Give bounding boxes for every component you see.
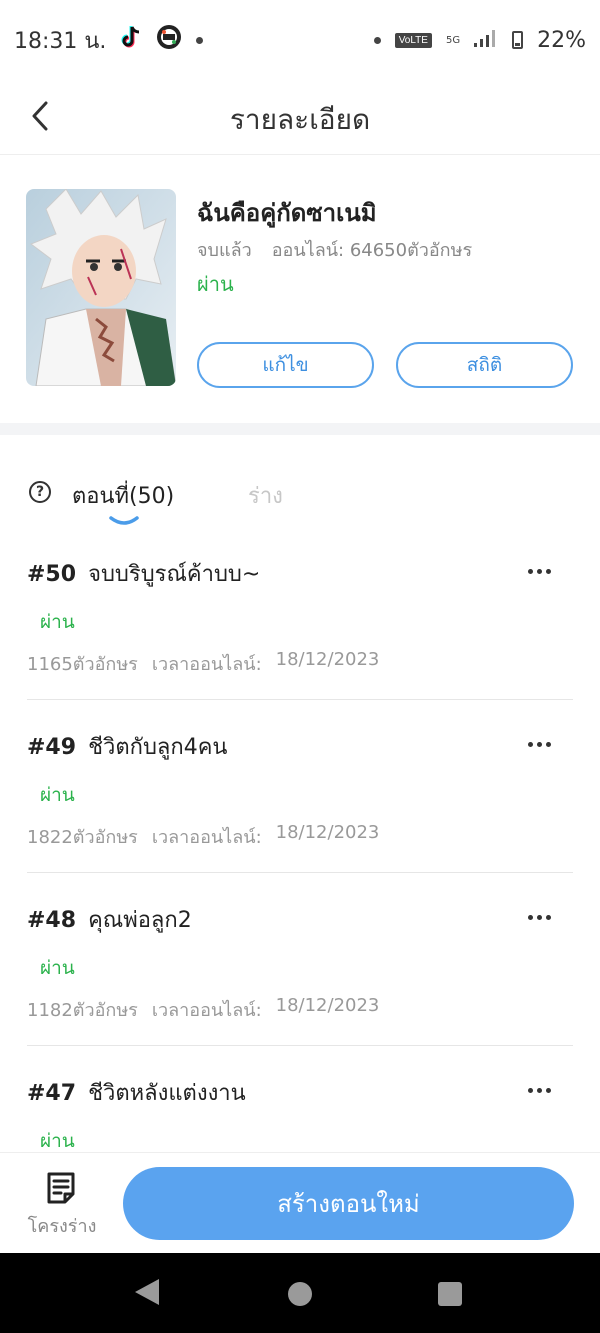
chapter-name: จบบริบูรณ์ค้าบบ~ bbox=[88, 562, 261, 587]
outline-button[interactable]: โครงร่าง bbox=[22, 1169, 102, 1245]
tiktok-icon bbox=[120, 25, 142, 55]
more-options-icon[interactable] bbox=[528, 736, 560, 752]
chapter-info: 1182ตัวอักษร เวลาออนไลน์: 18/12/2023 bbox=[27, 995, 379, 1024]
completion-status: จบแล้ว bbox=[197, 240, 252, 261]
chapter-row[interactable]: #49 ชีวิตกับลูก4คน ผ่าน 1822ตัวอักษร เวลา… bbox=[0, 700, 600, 873]
tab-drafts[interactable]: ร่าง bbox=[248, 478, 283, 513]
clock: 18:31 น. bbox=[14, 28, 107, 54]
chapter-online-label: เวลาออนไลน์: bbox=[151, 654, 262, 675]
chapter-title: #50 จบบริบูรณ์ค้าบบ~ bbox=[27, 556, 260, 591]
battery-percent: 22% bbox=[537, 27, 586, 53]
book-meta: จบแล้ว ออนไลน์: 64650ตัวอักษร bbox=[197, 235, 472, 264]
chapter-title: #48 คุณพ่อลูก2 bbox=[27, 902, 192, 937]
chapter-char-count: 1165ตัวอักษร bbox=[27, 654, 138, 675]
chapter-number: #47 bbox=[27, 1081, 77, 1106]
tab-active-indicator bbox=[109, 516, 139, 525]
stats-button[interactable]: สถิติ bbox=[396, 342, 573, 388]
chapter-title: #49 ชีวิตกับลูก4คน bbox=[27, 729, 227, 764]
volte-badge: VoLTE bbox=[394, 32, 432, 48]
book-cover-image[interactable] bbox=[26, 189, 176, 386]
status-bar: 18:31 น. VoLTE 5G 22% bbox=[0, 0, 600, 80]
book-title: ฉันคือคู่กัดซาเนมิ bbox=[197, 199, 377, 227]
chapter-online-label: เวลาออนไลน์: bbox=[151, 827, 262, 848]
online-char-count: ออนไลน์: 64650ตัวอักษร bbox=[271, 240, 473, 261]
chapter-date: 18/12/2023 bbox=[275, 995, 380, 1016]
document-icon bbox=[47, 1172, 75, 1204]
chapter-number: #50 bbox=[27, 562, 77, 587]
status-bar-right: VoLTE 5G 22% bbox=[373, 27, 586, 53]
notification-dot-right bbox=[373, 36, 381, 44]
notification-dot bbox=[196, 36, 204, 44]
outline-label: โครงร่าง bbox=[27, 1216, 97, 1237]
page-title: รายละเอียด bbox=[229, 103, 371, 136]
chapter-status: ผ่าน bbox=[40, 611, 75, 633]
tab-chapters[interactable]: ตอนที่(50) bbox=[72, 478, 174, 513]
chapter-status: ผ่าน bbox=[40, 957, 75, 979]
chapter-date: 18/12/2023 bbox=[275, 822, 380, 843]
battery-icon bbox=[512, 31, 524, 49]
signal-icon bbox=[474, 28, 498, 53]
chapter-date: 18/12/2023 bbox=[275, 649, 380, 670]
network-label: 5G bbox=[445, 34, 461, 46]
nav-back-icon[interactable] bbox=[135, 1279, 159, 1305]
book-info-card: ฉันคือคู่กัดซาเนมิ จบแล้ว ออนไลน์: 64650… bbox=[0, 155, 600, 423]
chapter-char-count: 1182ตัวอักษร bbox=[27, 1000, 138, 1021]
more-options-icon[interactable] bbox=[528, 563, 560, 579]
status-bar-left: 18:31 น. bbox=[14, 23, 204, 58]
header: รายละเอียด bbox=[0, 80, 600, 155]
section-divider bbox=[0, 423, 600, 435]
tab-bar: ? ตอนที่(50) ร่าง bbox=[0, 436, 600, 536]
chapter-number: #48 bbox=[27, 908, 77, 933]
chapter-info: 1165ตัวอักษร เวลาออนไลน์: 18/12/2023 bbox=[27, 649, 379, 678]
chapter-list: #50 จบบริบูรณ์ค้าบบ~ ผ่าน 1165ตัวอักษร เว… bbox=[0, 527, 600, 1219]
chapter-number: #49 bbox=[27, 735, 77, 760]
nav-home-icon[interactable] bbox=[288, 1282, 312, 1306]
chapter-name: ชีวิตกับลูก4คน bbox=[88, 735, 228, 760]
nav-recents-icon[interactable] bbox=[438, 1282, 462, 1306]
system-nav-bar bbox=[0, 1253, 600, 1333]
chapter-status: ผ่าน bbox=[40, 784, 75, 806]
app-notification-icon bbox=[156, 24, 182, 56]
chapter-row[interactable]: #48 คุณพ่อลูก2 ผ่าน 1182ตัวอักษร เวลาออนไ… bbox=[0, 873, 600, 1046]
create-chapter-button[interactable]: สร้างตอนใหม่ bbox=[123, 1167, 574, 1240]
chapter-row[interactable]: #50 จบบริบูรณ์ค้าบบ~ ผ่าน 1165ตัวอักษร เว… bbox=[0, 527, 600, 700]
chapter-name: ชีวิตหลังแต่งงาน bbox=[88, 1081, 246, 1106]
more-options-icon[interactable] bbox=[528, 1082, 560, 1098]
more-options-icon[interactable] bbox=[528, 909, 560, 925]
chapter-online-label: เวลาออนไลน์: bbox=[151, 1000, 262, 1021]
chapter-title: #47 ชีวิตหลังแต่งงาน bbox=[27, 1075, 246, 1110]
edit-button[interactable]: แก้ไข bbox=[197, 342, 374, 388]
book-review-status: ผ่าน bbox=[197, 272, 234, 296]
help-icon[interactable]: ? bbox=[29, 481, 51, 503]
chapter-name: คุณพ่อลูก2 bbox=[88, 908, 192, 933]
chapter-info: 1822ตัวอักษร เวลาออนไลน์: 18/12/2023 bbox=[27, 822, 379, 851]
bottom-action-bar: โครงร่าง สร้างตอนใหม่ bbox=[0, 1152, 600, 1253]
chapter-char-count: 1822ตัวอักษร bbox=[27, 827, 138, 848]
